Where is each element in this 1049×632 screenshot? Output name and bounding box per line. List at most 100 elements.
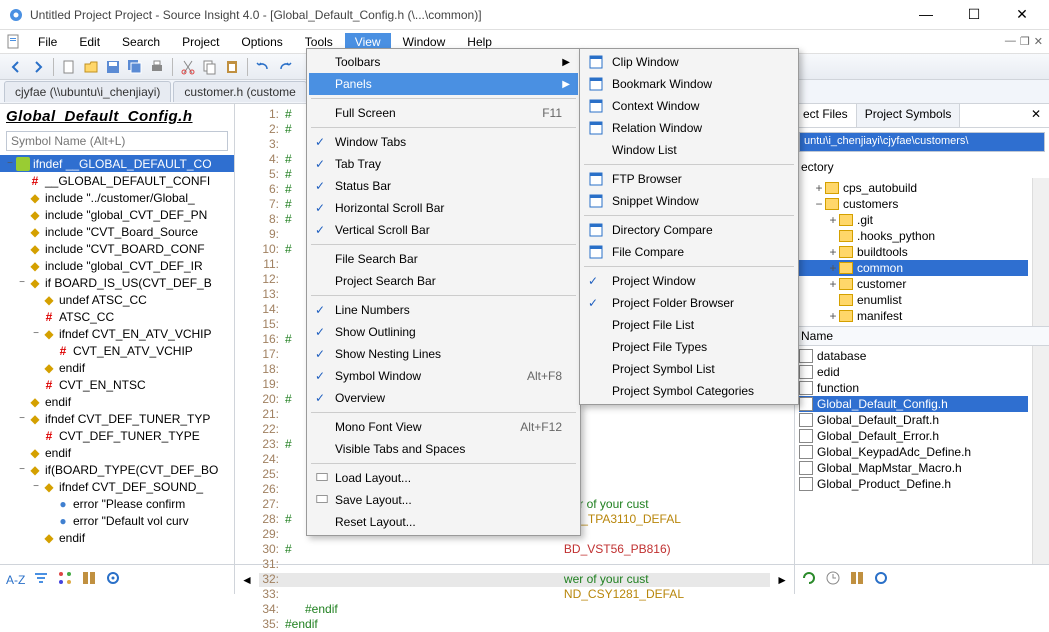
menu-file[interactable]: File xyxy=(28,33,67,51)
tab-project-files[interactable]: ect Files xyxy=(795,104,857,127)
folder-tree-item[interactable]: enumlist xyxy=(799,292,1028,308)
folder-tree-item[interactable]: +buildtools xyxy=(799,244,1028,260)
menu-item[interactable]: Load Layout... xyxy=(309,467,578,489)
submenu-item[interactable]: ✓Project Folder Browser xyxy=(582,292,796,314)
submenu-item[interactable]: Clip Window xyxy=(582,51,796,73)
print-button[interactable] xyxy=(147,57,167,77)
symbol-search-input[interactable] xyxy=(6,131,228,151)
folder-scrollbar[interactable] xyxy=(1032,178,1049,326)
file-list-item[interactable]: Global_Default_Draft.h xyxy=(799,412,1028,428)
folder-tree-item[interactable]: +common xyxy=(799,260,1028,276)
symbol-tree-item[interactable]: ◆include "CVT_BOARD_CONF xyxy=(0,240,234,257)
tab-project-symbols[interactable]: Project Symbols xyxy=(857,104,961,127)
file-list-item[interactable]: Global_Default_Error.h xyxy=(799,428,1028,444)
menu-item[interactable]: Save Layout... xyxy=(309,489,578,511)
submenu-item[interactable]: Snippet Window xyxy=(582,190,796,212)
menu-item[interactable]: ✓Symbol WindowAlt+F8 xyxy=(309,365,578,387)
symbol-tree-item[interactable]: −ifndef __GLOBAL_DEFAULT_CO xyxy=(0,155,234,172)
paste-button[interactable] xyxy=(222,57,242,77)
submenu-item[interactable]: FTP Browser xyxy=(582,168,796,190)
symbol-tree-item[interactable]: ◆endif xyxy=(0,529,234,546)
mdi-restore-icon[interactable]: ❐ xyxy=(1020,35,1030,48)
menu-edit[interactable]: Edit xyxy=(69,33,110,51)
file-list-item[interactable]: function xyxy=(799,380,1028,396)
file-list-item[interactable]: edid xyxy=(799,364,1028,380)
save-all-button[interactable] xyxy=(125,57,145,77)
new-file-button[interactable] xyxy=(59,57,79,77)
menu-item[interactable]: ✓Horizontal Scroll Bar xyxy=(309,197,578,219)
menu-item[interactable]: Full ScreenF11 xyxy=(309,102,578,124)
folder-tree-item[interactable]: +manifest xyxy=(799,308,1028,324)
symbol-tree-item[interactable]: −◆if BOARD_IS_US(CVT_DEF_B xyxy=(0,274,234,291)
folder-tree-item[interactable]: +.git xyxy=(799,212,1028,228)
submenu-item[interactable]: Project Symbol Categories xyxy=(582,380,796,402)
folder-tree-item[interactable]: +customer xyxy=(799,276,1028,292)
folder-tree-item[interactable]: −customers xyxy=(799,196,1028,212)
symbol-tree-item[interactable]: −◆ifndef CVT_EN_ATV_VCHIP xyxy=(0,325,234,342)
mdi-close-icon[interactable]: ✕ xyxy=(1034,35,1043,48)
open-file-button[interactable] xyxy=(81,57,101,77)
cut-button[interactable] xyxy=(178,57,198,77)
submenu-item[interactable]: Bookmark Window xyxy=(582,73,796,95)
menu-item[interactable]: ✓Line Numbers xyxy=(309,299,578,321)
folder-tree-item[interactable]: +cps_autobuild xyxy=(799,180,1028,196)
filter-button[interactable] xyxy=(33,570,49,589)
mdi-minimize-icon[interactable]: — xyxy=(1005,35,1016,48)
symbol-tree-item[interactable]: #__GLOBAL_DEFAULT_CONFI xyxy=(0,172,234,189)
menu-item[interactable]: Mono Font ViewAlt+F12 xyxy=(309,416,578,438)
menu-search[interactable]: Search xyxy=(112,33,170,51)
menu-project[interactable]: Project xyxy=(172,33,229,51)
panel-close-button[interactable]: ✕ xyxy=(1023,104,1049,127)
menu-item[interactable]: Visible Tabs and Spaces xyxy=(309,438,578,460)
save-button[interactable] xyxy=(103,57,123,77)
group-button[interactable] xyxy=(57,570,73,589)
menu-item[interactable]: Project Search Bar xyxy=(309,270,578,292)
maximize-button[interactable]: ☐ xyxy=(959,6,989,23)
minimize-button[interactable]: — xyxy=(911,6,941,23)
symbol-tree-item[interactable]: ◆include "../customer/Global_ xyxy=(0,189,234,206)
symbol-tree-item[interactable]: ◆undef ATSC_CC xyxy=(0,291,234,308)
refresh-button[interactable] xyxy=(801,570,817,589)
book2-button[interactable] xyxy=(849,570,865,589)
filelist-scrollbar[interactable] xyxy=(1032,346,1049,564)
menu-item[interactable]: ✓Status Bar xyxy=(309,175,578,197)
submenu-item[interactable]: Project Symbol List xyxy=(582,358,796,380)
file-list[interactable]: databaseedidfunctionGlobal_Default_Confi… xyxy=(795,346,1032,564)
file-list-item[interactable]: database xyxy=(799,348,1028,364)
symbol-tree-item[interactable]: #CVT_EN_ATV_VCHIP xyxy=(0,342,234,359)
menu-item[interactable]: ✓Tab Tray xyxy=(309,153,578,175)
settings-button[interactable] xyxy=(105,570,121,589)
file-list-item[interactable]: Global_Default_Config.h xyxy=(799,396,1028,412)
symbol-tree-item[interactable]: #CVT_EN_NTSC xyxy=(0,376,234,393)
symbol-tree-item[interactable]: −◆if(BOARD_TYPE(CVT_DEF_BO xyxy=(0,461,234,478)
symbol-tree[interactable]: −ifndef __GLOBAL_DEFAULT_CO#__GLOBAL_DEF… xyxy=(0,153,234,564)
close-button[interactable]: ✕ xyxy=(1007,6,1037,23)
undo-button[interactable] xyxy=(253,57,273,77)
submenu-item[interactable]: Context Window xyxy=(582,95,796,117)
menu-item[interactable]: ✓Show Outlining xyxy=(309,321,578,343)
menu-options[interactable]: Options xyxy=(231,33,292,51)
clock-button[interactable] xyxy=(825,570,841,589)
submenu-item[interactable]: Project File List xyxy=(582,314,796,336)
filelist-header[interactable]: Name xyxy=(795,326,1049,346)
document-tab[interactable]: cjyfae (\\ubuntu\i_chenjiayi) xyxy=(4,81,171,102)
back-button[interactable] xyxy=(6,57,26,77)
symbol-tree-item[interactable]: #CVT_DEF_TUNER_TYPE xyxy=(0,427,234,444)
symbol-tree-item[interactable]: ◆include "global_CVT_DEF_IR xyxy=(0,257,234,274)
redo-button[interactable] xyxy=(275,57,295,77)
symbol-tree-item[interactable]: ●error "Please confirm xyxy=(0,495,234,512)
symbol-tree-item[interactable]: ◆include "CVT_Board_Source xyxy=(0,223,234,240)
submenu-item[interactable]: Window List xyxy=(582,139,796,161)
symbol-tree-item[interactable]: #ATSC_CC xyxy=(0,308,234,325)
copy-button[interactable] xyxy=(200,57,220,77)
symbol-tree-item[interactable]: ◆endif xyxy=(0,359,234,376)
symbol-tree-item[interactable]: ◆include "global_CVT_DEF_PN xyxy=(0,206,234,223)
symbol-tree-item[interactable]: −◆ifndef CVT_DEF_TUNER_TYP xyxy=(0,410,234,427)
submenu-item[interactable]: File Compare xyxy=(582,241,796,263)
menu-item[interactable]: ✓Vertical Scroll Bar xyxy=(309,219,578,241)
settings2-button[interactable] xyxy=(873,570,889,589)
menu-item[interactable]: ✓Overview xyxy=(309,387,578,409)
project-path[interactable]: untu\i_chenjiayi\cjyfae\customers\ xyxy=(799,132,1045,152)
file-list-item[interactable]: Global_MapMstar_Macro.h xyxy=(799,460,1028,476)
symbol-tree-item[interactable]: ●error "Default vol curv xyxy=(0,512,234,529)
